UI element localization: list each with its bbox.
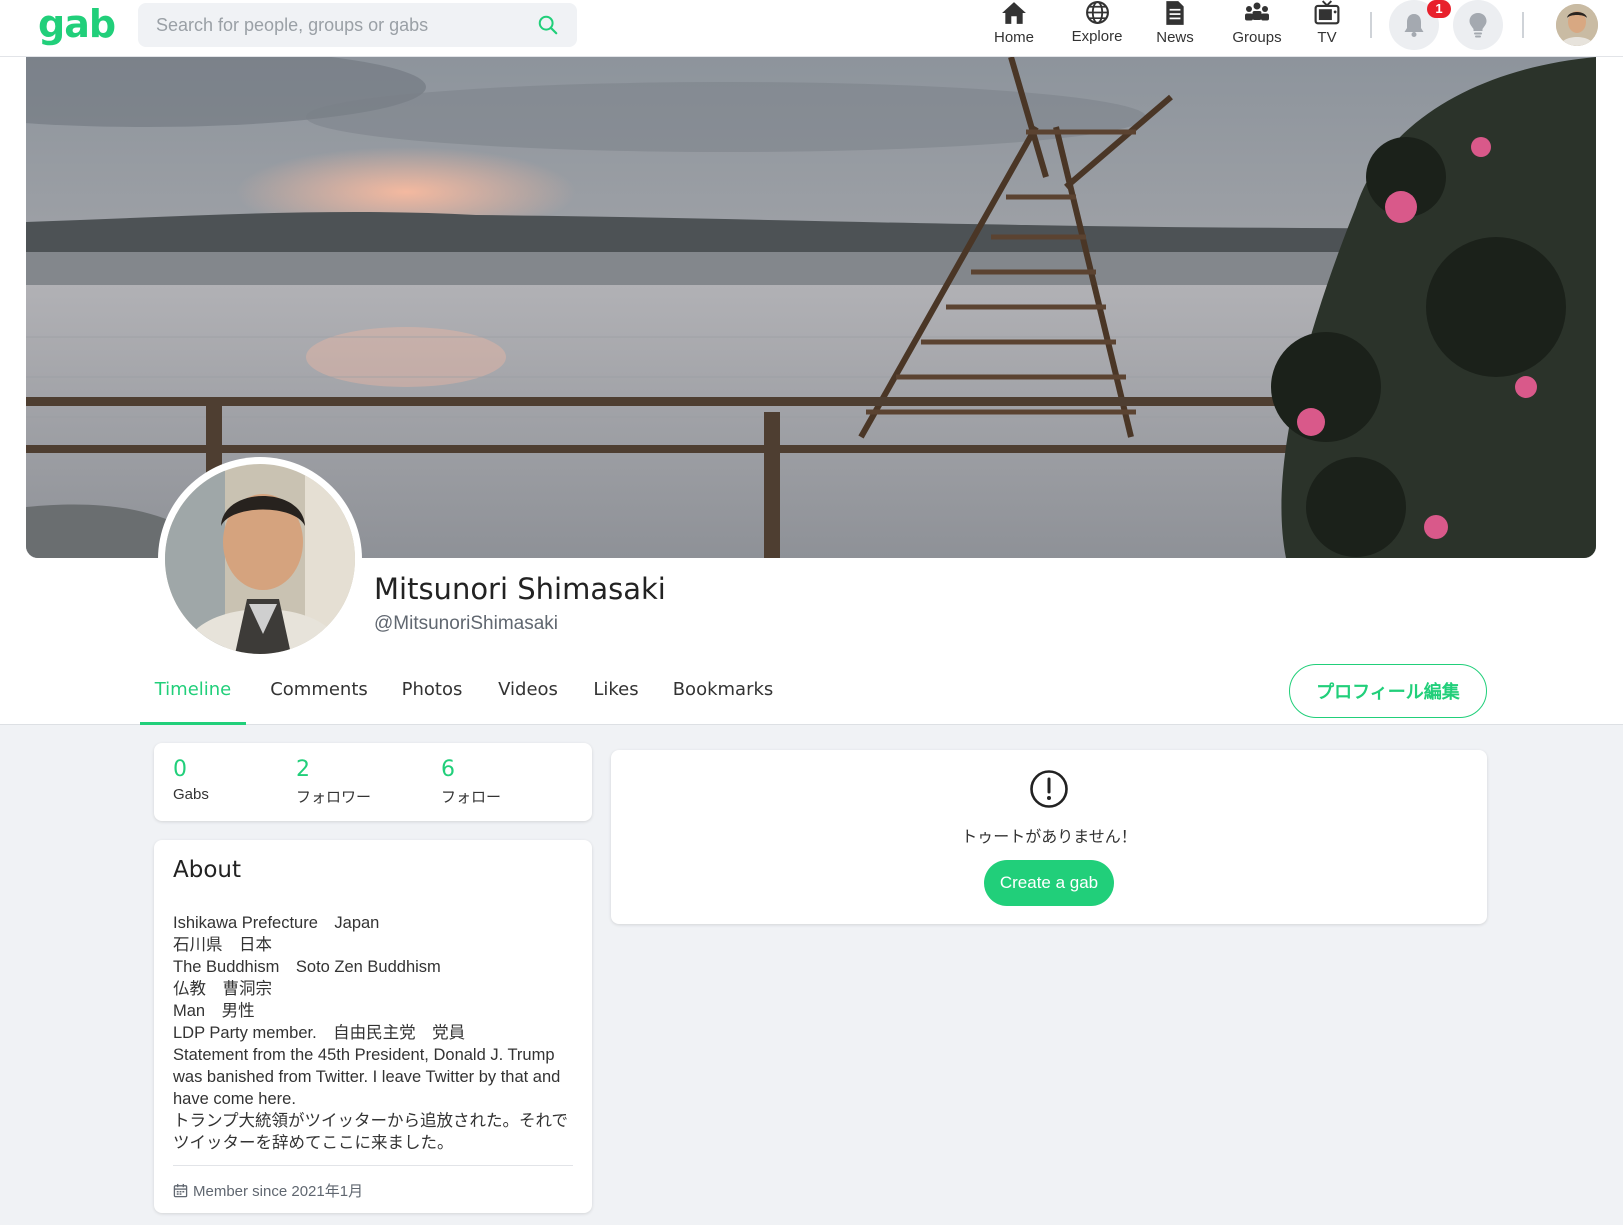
profile-stats: 0 Gabs 2 フォロワー 6 フォロー: [154, 743, 592, 821]
news-icon: [1166, 1, 1184, 25]
stat-following[interactable]: 6 フォロー: [441, 757, 501, 807]
edit-profile-button[interactable]: プロフィール編集: [1289, 664, 1487, 718]
notification-badge: 1: [1427, 0, 1451, 18]
lightbulb-icon: [1469, 13, 1487, 38]
nav-divider: [1370, 12, 1372, 38]
nav-groups-label: Groups: [1232, 29, 1282, 46]
avatar-image: [165, 464, 355, 654]
about-bio: Ishikawa Prefecture Japan 石川県 日本 The Bud…: [173, 914, 569, 1152]
profile-handle: @MitsunoriShimasaki: [374, 613, 559, 634]
nav-groups[interactable]: Groups: [1225, 0, 1289, 52]
groups-icon: [1245, 2, 1269, 21]
timeline-empty-state: トゥートがありません！ Create a gab: [611, 750, 1487, 924]
nav-tv-label: TV: [1317, 29, 1337, 46]
stat-gabs-label: Gabs: [173, 786, 209, 803]
gab-logo[interactable]: gab: [38, 2, 116, 46]
bell-icon: [1404, 14, 1424, 37]
member-since-text: Member since 2021年1月: [193, 1183, 364, 1200]
stat-gabs-count: 0: [173, 757, 187, 782]
nav-home-label: Home: [993, 29, 1034, 46]
lightbulb-button[interactable]: [1453, 0, 1503, 50]
alert-circle-icon: [1030, 770, 1068, 808]
user-avatar-small[interactable]: [1556, 4, 1598, 46]
stat-followers-count: 2: [296, 757, 310, 782]
nav-divider: [1522, 12, 1524, 38]
empty-timeline-message: トゥートがありません！: [961, 829, 1137, 846]
tab-comments[interactable]: Comments: [264, 660, 374, 725]
stat-followers[interactable]: 2 フォロワー: [296, 757, 371, 807]
nav-tv[interactable]: TV: [1311, 0, 1343, 52]
nav-explore[interactable]: Explore: [1063, 0, 1131, 52]
home-icon: [1002, 2, 1026, 24]
calendar-icon: [173, 1183, 188, 1198]
search-box: [138, 3, 577, 47]
stat-following-count: 6: [441, 757, 455, 782]
tab-timeline[interactable]: Timeline: [140, 660, 246, 725]
top-navbar: gab Home Explore News: [0, 0, 1623, 57]
nav-explore-label: Explore: [1071, 28, 1123, 45]
nav-news-label: News: [1156, 29, 1194, 46]
nav-home[interactable]: Home: [985, 0, 1043, 52]
nav-news[interactable]: News: [1149, 0, 1201, 52]
tab-bookmarks[interactable]: Bookmarks: [666, 660, 780, 725]
tab-photos[interactable]: Photos: [394, 660, 470, 725]
tab-videos[interactable]: Videos: [490, 660, 566, 725]
tab-likes[interactable]: Likes: [586, 660, 646, 725]
search-input[interactable]: [138, 3, 518, 47]
about-divider: [173, 1165, 573, 1166]
member-since: Member since 2021年1月: [173, 1180, 363, 1201]
search-icon[interactable]: [537, 14, 559, 36]
display-name: Mitsunori Shimasaki: [374, 572, 666, 606]
stat-following-label: フォロー: [441, 789, 502, 806]
about-card: About Ishikawa Prefecture Japan 石川県 日本 T…: [154, 840, 592, 1213]
globe-icon: [1085, 1, 1109, 24]
tv-icon: [1314, 0, 1340, 25]
stat-followers-label: フォロワー: [296, 789, 372, 806]
stat-gabs[interactable]: 0 Gabs: [173, 757, 209, 803]
about-title: About: [173, 857, 242, 883]
create-gab-button[interactable]: Create a gab: [984, 860, 1114, 906]
profile-avatar[interactable]: [158, 457, 362, 661]
